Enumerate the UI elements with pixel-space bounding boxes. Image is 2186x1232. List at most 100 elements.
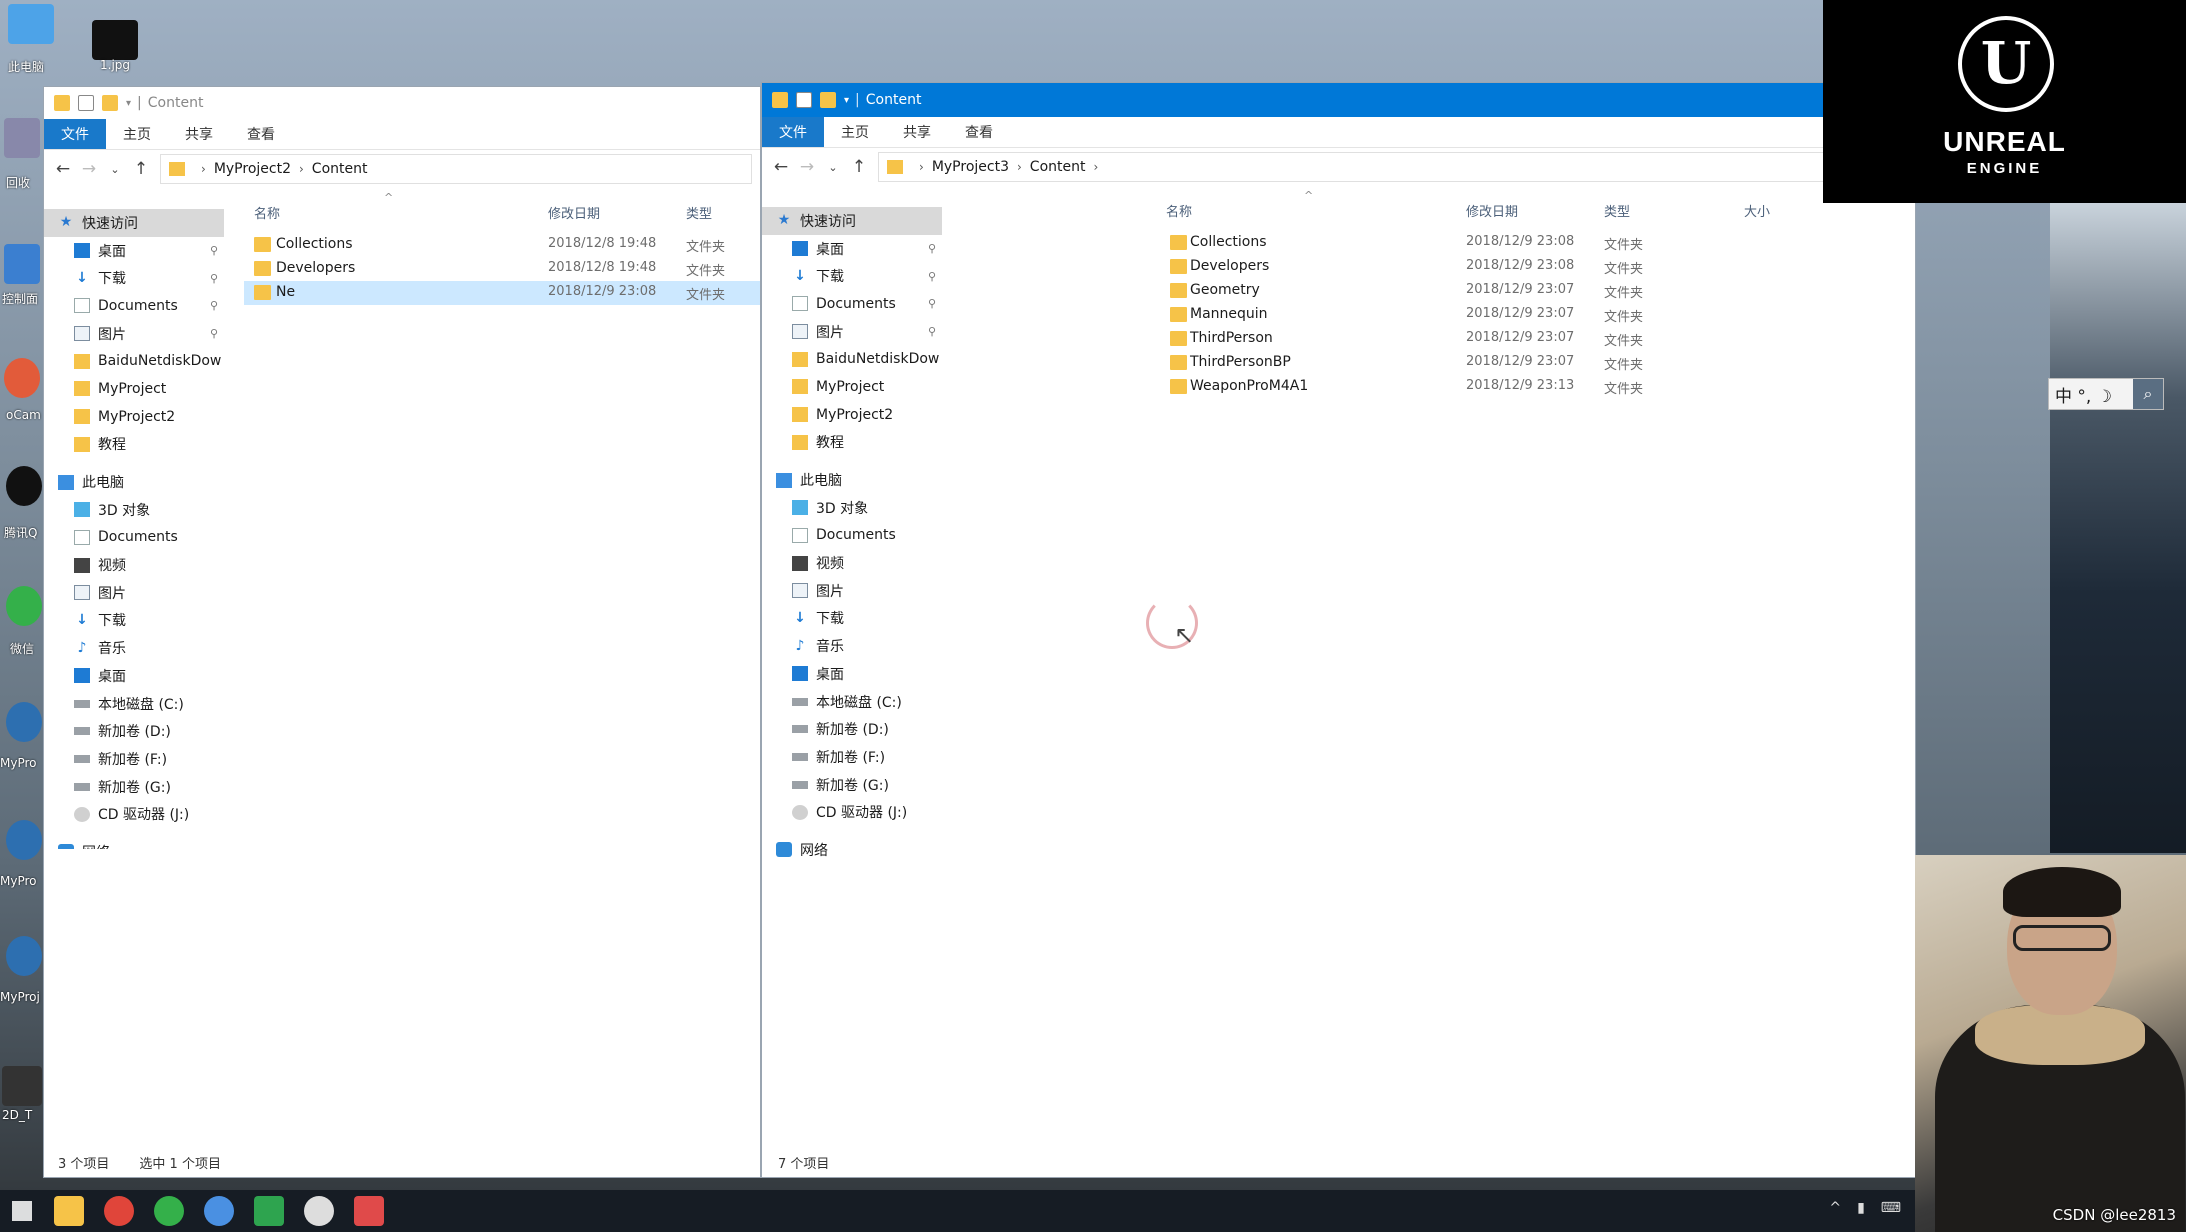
keyboard-icon[interactable]: ⌨ [1881,1200,1901,1216]
breadcrumb-item[interactable]: Content [312,161,368,177]
chrome-taskbar-icon[interactable] [104,1196,134,1226]
nav-item[interactable]: 桌面 [44,662,224,690]
file-row[interactable]: Collections 2018/12/9 23:08 文件夹 [962,231,1915,255]
nav-item[interactable]: 教程 [44,431,224,459]
tab-file[interactable]: 文件 [762,117,824,147]
wechat-desktop-icon[interactable] [6,586,42,626]
back-icon[interactable]: ← [50,159,76,179]
nav-item[interactable]: ↓ 下载 [762,605,942,633]
nav-item[interactable]: MyProject2 [762,401,942,429]
file-row[interactable]: Collections 2018/12/8 19:48 文件夹 [244,233,760,257]
unreal-project-desktop-icon[interactable] [6,820,42,860]
column-header-name[interactable]: 名称 [254,203,280,229]
nav-item[interactable]: Documents ⚲ [44,292,224,320]
column-header-name[interactable]: 名称 [1166,201,1192,227]
nav-item[interactable]: ★ 快速访问 [762,207,942,235]
image-file-desktop-icon[interactable] [92,20,138,60]
action-center-icon[interactable]: ▮ [1857,1200,1865,1216]
nav-item[interactable]: Documents [762,522,942,550]
wechat-taskbar-icon[interactable] [154,1196,184,1226]
back-icon[interactable]: ← [768,157,794,177]
tab-file[interactable]: 文件 [44,119,106,149]
column-header-type[interactable]: 类型 [686,203,712,229]
this-pc-desktop-icon[interactable] [8,4,54,44]
tab-view[interactable]: 查看 [948,117,1010,147]
nav-item[interactable]: Documents [44,524,224,552]
nav-item[interactable]: 桌面 ⚲ [762,235,942,263]
nav-item[interactable]: ♪ 音乐 [762,632,942,660]
up-icon[interactable]: ↑ [846,157,872,177]
column-header-date[interactable]: 修改日期 [548,203,600,229]
nav-item[interactable]: 新加卷 (F:) [762,743,942,771]
nav-item[interactable]: ★ 快速访问 [44,209,224,237]
search-icon[interactable]: ⌕ [2133,379,2163,409]
nav-item[interactable]: BaiduNetdiskDow [44,347,224,375]
file-row[interactable]: Ne 2018/12/9 23:08 文件夹 [244,281,760,305]
file-row[interactable]: ThirdPerson 2018/12/9 23:07 文件夹 [962,327,1915,351]
breadcrumb-separator-icon[interactable]: › [1093,160,1098,174]
breadcrumb-item[interactable]: MyProject3 [932,159,1009,175]
address-bar[interactable]: › MyProject3 › Content › ⌄ ↻ [878,152,1915,182]
tab-home[interactable]: 主页 [106,119,168,149]
nav-item[interactable]: 新加卷 (D:) [44,717,224,745]
nav-item[interactable]: 图片 ⚲ [44,320,224,348]
tab-share[interactable]: 共享 [886,117,948,147]
tab-share[interactable]: 共享 [168,119,230,149]
unreal-project-desktop-icon[interactable] [6,936,42,976]
nav-item[interactable]: 桌面 ⚲ [44,237,224,265]
control-panel-desktop-icon[interactable] [4,244,40,284]
nav-item[interactable]: 图片 ⚲ [762,318,942,346]
video-file-desktop-icon[interactable] [2,1066,42,1106]
tray-expand-icon[interactable]: ^ [1829,1200,1841,1216]
quick-access-dropdown-icon[interactable]: ▾ [126,98,131,109]
qq-desktop-icon[interactable] [6,466,42,506]
nav-item[interactable]: 3D 对象 [762,494,942,522]
nav-item[interactable]: 网络 [762,836,942,864]
nav-item[interactable]: 视频 [44,551,224,579]
nav-item[interactable]: CD 驱动器 (J:) [44,800,224,828]
file-row[interactable]: Mannequin 2018/12/9 23:07 文件夹 [962,303,1915,327]
ocam-desktop-icon[interactable] [4,358,40,398]
app-taskbar-icon[interactable] [354,1196,384,1226]
nav-item[interactable]: MyProject [762,373,942,401]
start-icon[interactable] [12,1201,32,1221]
properties-icon[interactable] [78,95,94,111]
browser-taskbar-icon[interactable] [204,1196,234,1226]
nav-item[interactable]: ♪ 音乐 [44,634,224,662]
nav-item[interactable]: 新加卷 (G:) [762,771,942,799]
forward-icon[interactable]: → [76,159,102,179]
column-header-type[interactable]: 类型 [1604,201,1630,227]
nav-item[interactable]: 新加卷 (G:) [44,773,224,801]
breadcrumb-item[interactable]: MyProject2 [214,161,291,177]
nav-item[interactable]: 本地磁盘 (C:) [44,690,224,718]
nav-item[interactable]: ↓ 下载 ⚲ [44,264,224,292]
new-folder-icon[interactable] [102,95,118,111]
recent-locations-icon[interactable]: ⌄ [820,161,846,174]
ime-mode-text[interactable]: 中 °, ☽ [2049,382,2112,407]
recycle-bin-desktop-icon[interactable] [4,118,40,158]
quick-access-dropdown-icon[interactable]: ▾ [844,95,849,106]
file-row[interactable]: ThirdPersonBP 2018/12/9 23:07 文件夹 [962,351,1915,375]
file-explorer-taskbar-icon[interactable] [54,1196,84,1226]
properties-icon[interactable] [796,92,812,108]
up-icon[interactable]: ↑ [128,159,154,179]
nav-item[interactable]: 教程 [762,429,942,457]
ime-toolbar[interactable]: 中 °, ☽ ⌕ [2048,378,2164,410]
nav-item[interactable]: 新加卷 (F:) [44,745,224,773]
nav-item[interactable]: 此电脑 [44,468,224,496]
new-folder-icon[interactable] [820,92,836,108]
forward-icon[interactable]: → [794,157,820,177]
tab-home[interactable]: 主页 [824,117,886,147]
unreal-engine-taskbar-icon[interactable] [304,1196,334,1226]
nav-item[interactable]: ↓ 下载 ⚲ [762,262,942,290]
column-header-size[interactable]: 大小 [1744,201,1770,227]
breadcrumb-separator-icon[interactable]: › [1017,160,1022,174]
media-player-taskbar-icon[interactable] [254,1196,284,1226]
tab-view[interactable]: 查看 [230,119,292,149]
breadcrumb-item[interactable]: Content [1030,159,1086,175]
breadcrumb-separator-icon[interactable]: › [201,162,206,176]
address-bar[interactable]: › MyProject2 › Content [160,154,752,184]
file-row[interactable]: Geometry 2018/12/9 23:07 文件夹 [962,279,1915,303]
nav-item[interactable]: 图片 [762,577,942,605]
nav-item[interactable]: Documents ⚲ [762,290,942,318]
